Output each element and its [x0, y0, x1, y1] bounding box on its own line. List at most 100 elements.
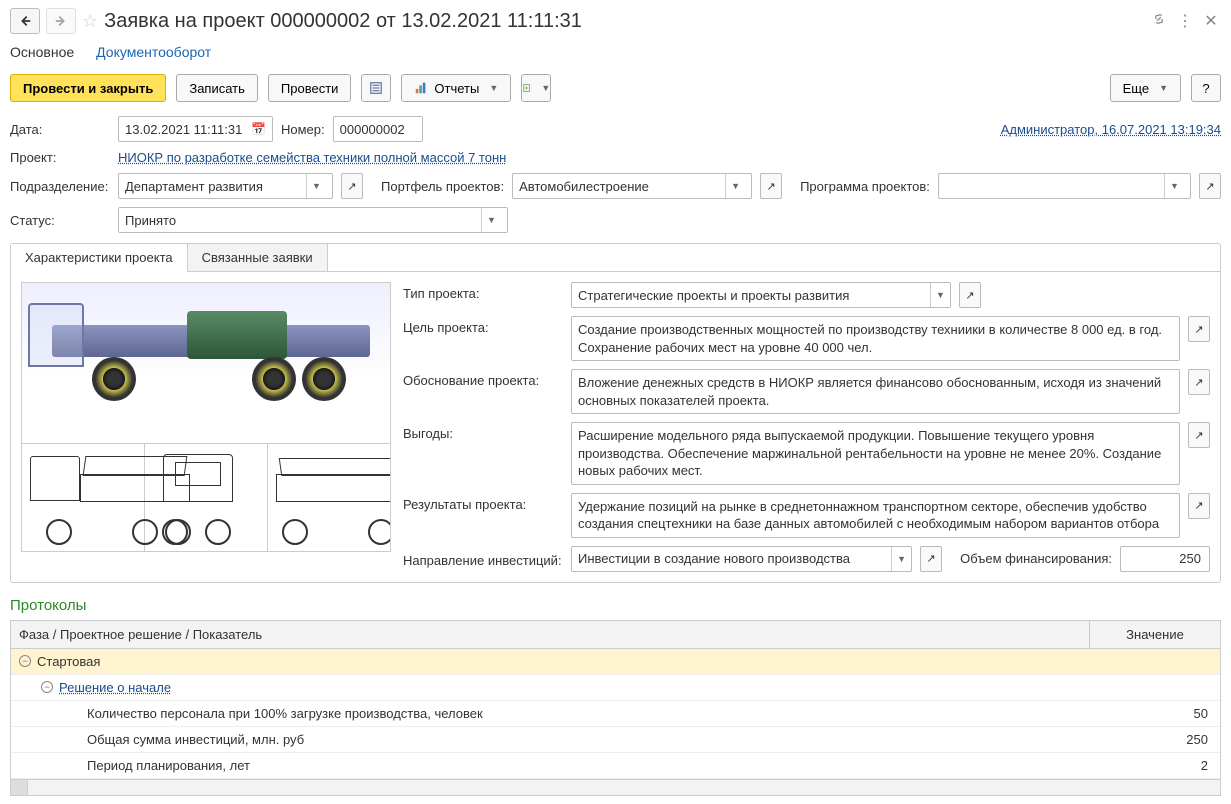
- row-label: Общая сумма инвестиций, млн. руб: [87, 732, 304, 747]
- row-label: Стартовая: [37, 654, 100, 669]
- row-value: 250: [1090, 727, 1220, 752]
- nav-back-button[interactable]: [10, 8, 40, 34]
- section-tab-docflow[interactable]: Документооборот: [96, 44, 211, 60]
- funding-input[interactable]: 250: [1120, 546, 1210, 572]
- portfolio-input[interactable]: Автомобилестроение ▼: [512, 173, 752, 199]
- basis-label: Обоснование проекта:: [403, 369, 563, 388]
- page-title: Заявка на проект 000000002 от 13.02.2021…: [104, 10, 1143, 33]
- row-value: [1090, 682, 1220, 692]
- row-label: Период планирования, лет: [87, 758, 250, 773]
- post-button[interactable]: Провести: [268, 74, 352, 102]
- protocols-grid: Фаза / Проектное решение / Показатель Зн…: [10, 620, 1221, 796]
- help-button[interactable]: ?: [1191, 74, 1221, 102]
- results-open-button[interactable]: ↗: [1188, 493, 1210, 519]
- chevron-down-icon: ▼: [541, 83, 550, 93]
- portfolio-open-button[interactable]: ↗: [760, 173, 782, 199]
- invest-dir-open-button[interactable]: ↗: [920, 546, 942, 572]
- table-row[interactable]: Общая сумма инвестиций, млн. руб 250: [11, 727, 1220, 753]
- open-external-icon: ↗: [965, 289, 974, 302]
- tree-toggle-icon[interactable]: −: [19, 655, 31, 667]
- goal-textarea[interactable]: Создание производственных мощностей по п…: [571, 316, 1180, 361]
- open-external-icon: ↗: [1194, 499, 1203, 512]
- tabs-panel: Характеристики проекта Связанные заявки: [10, 243, 1221, 583]
- table-row[interactable]: −Стартовая: [11, 649, 1220, 675]
- movements-button[interactable]: [361, 74, 391, 102]
- row-value: [1090, 656, 1220, 666]
- program-label: Программа проектов:: [800, 179, 930, 194]
- save-button[interactable]: Записать: [176, 74, 258, 102]
- help-icon: ?: [1202, 81, 1209, 96]
- attach-button[interactable]: ▼: [521, 74, 551, 102]
- program-open-button[interactable]: ↗: [1199, 173, 1221, 199]
- row-label: Решение о начале: [59, 680, 171, 695]
- open-external-icon: ↗: [1194, 429, 1203, 442]
- section-tab-main[interactable]: Основное: [10, 44, 74, 60]
- chevron-down-icon[interactable]: ▼: [306, 174, 326, 198]
- basis-textarea[interactable]: Вложение денежных средств в НИОКР являет…: [571, 369, 1180, 414]
- goal-open-button[interactable]: ↗: [1188, 316, 1210, 342]
- basis-open-button[interactable]: ↗: [1188, 369, 1210, 395]
- open-external-icon: ↗: [1194, 323, 1203, 336]
- program-input[interactable]: ▼: [938, 173, 1191, 199]
- nav-forward-button[interactable]: [46, 8, 76, 34]
- invest-dir-label: Направление инвестиций:: [403, 549, 563, 568]
- number-input[interactable]: 000000002: [333, 116, 423, 142]
- tab-characteristics[interactable]: Характеристики проекта: [11, 244, 188, 272]
- open-external-icon: ↗: [1205, 180, 1214, 193]
- chevron-down-icon[interactable]: ▼: [1164, 174, 1184, 198]
- funding-label: Объем финансирования:: [960, 551, 1112, 566]
- results-textarea[interactable]: Удержание позиций на рынке в среднетонна…: [571, 493, 1180, 538]
- table-row[interactable]: Количество персонала при 100% загрузке п…: [11, 701, 1220, 727]
- chevron-down-icon[interactable]: ▼: [481, 208, 501, 232]
- invest-dir-input[interactable]: Инвестиции в создание нового производств…: [571, 546, 912, 572]
- type-label: Тип проекта:: [403, 282, 563, 301]
- arrow-right-icon: [54, 14, 68, 28]
- benefits-textarea[interactable]: Расширение модельного ряда выпускаемой п…: [571, 422, 1180, 485]
- arrow-left-icon: [18, 14, 32, 28]
- link-icon[interactable]: [1149, 12, 1169, 31]
- more-menu-icon[interactable]: ⋮: [1175, 11, 1195, 31]
- col-header-main[interactable]: Фаза / Проектное решение / Показатель: [11, 621, 1090, 648]
- row-label: Количество персонала при 100% загрузке п…: [87, 706, 483, 721]
- project-label: Проект:: [10, 150, 110, 165]
- date-label: Дата:: [10, 122, 110, 137]
- dept-open-button[interactable]: ↗: [341, 173, 363, 199]
- table-row[interactable]: −Решение о начале: [11, 675, 1220, 701]
- attach-icon: [522, 81, 531, 95]
- close-icon[interactable]: ✕: [1201, 11, 1221, 31]
- list-icon: [369, 81, 383, 95]
- more-button[interactable]: Еще ▼: [1110, 74, 1181, 102]
- date-input[interactable]: 13.02.2021 11:11:31 📅: [118, 116, 273, 142]
- calendar-icon[interactable]: 📅: [251, 122, 266, 136]
- open-external-icon: ↗: [927, 552, 936, 565]
- chevron-down-icon: ▼: [1159, 83, 1168, 93]
- portfolio-label: Портфель проектов:: [381, 179, 504, 194]
- post-and-close-button[interactable]: Провести и закрыть: [10, 74, 166, 102]
- modified-by-link[interactable]: Администратор, 16.07.2021 13:19:34: [1001, 122, 1221, 137]
- open-external-icon: ↗: [1194, 376, 1203, 389]
- goal-label: Цель проекта:: [403, 316, 563, 335]
- chevron-down-icon: ▼: [489, 83, 498, 93]
- project-type-input[interactable]: Стратегические проекты и проекты развити…: [571, 282, 951, 308]
- project-type-open-button[interactable]: ↗: [959, 282, 981, 308]
- tree-toggle-icon[interactable]: −: [41, 681, 53, 693]
- tab-related[interactable]: Связанные заявки: [188, 244, 328, 272]
- chevron-down-icon[interactable]: ▼: [725, 174, 745, 198]
- benefits-label: Выгоды:: [403, 422, 563, 441]
- status-label: Статус:: [10, 213, 110, 228]
- status-input[interactable]: Принято ▼: [118, 207, 508, 233]
- table-row[interactable]: Период планирования, лет2: [11, 753, 1220, 779]
- chevron-down-icon[interactable]: ▼: [891, 547, 911, 571]
- reports-button[interactable]: Отчеты ▼: [401, 74, 511, 102]
- results-label: Результаты проекта:: [403, 493, 563, 512]
- chart-icon: [414, 81, 428, 95]
- horizontal-scrollbar[interactable]: [11, 779, 1220, 795]
- dept-input[interactable]: Департамент развития ▼: [118, 173, 333, 199]
- project-link[interactable]: НИОКР по разработке семейства техники по…: [118, 150, 506, 165]
- chevron-down-icon[interactable]: ▼: [930, 283, 950, 307]
- number-label: Номер:: [281, 122, 325, 137]
- col-header-value[interactable]: Значение: [1090, 621, 1220, 648]
- benefits-open-button[interactable]: ↗: [1188, 422, 1210, 448]
- open-external-icon: ↗: [766, 180, 775, 193]
- favorite-star-icon[interactable]: ☆: [82, 11, 98, 32]
